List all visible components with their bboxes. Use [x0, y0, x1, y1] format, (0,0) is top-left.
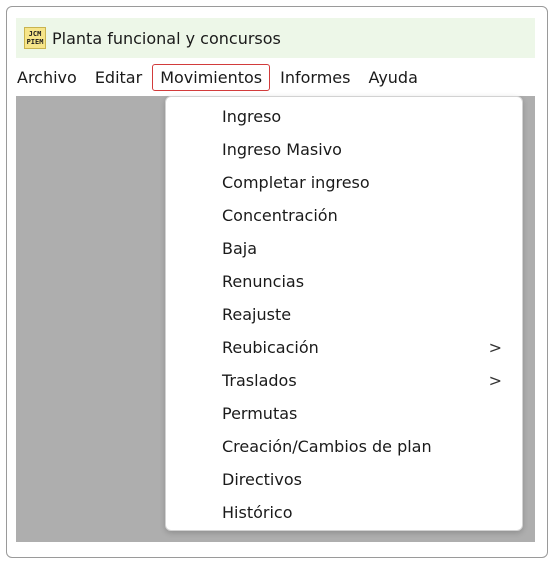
menu-item-label: Creación/Cambios de plan — [222, 437, 432, 456]
menu-item-traslados[interactable]: Traslados > — [166, 364, 522, 397]
menu-item-label: Ingreso Masivo — [222, 140, 342, 159]
menu-item-completar-ingreso[interactable]: Completar ingreso — [166, 166, 522, 199]
menu-bar: Archivo Editar Movimientos Informes Ayud… — [16, 61, 535, 93]
menu-item-permutas[interactable]: Permutas — [166, 397, 522, 430]
menu-item-historico[interactable]: Histórico — [166, 496, 522, 529]
menu-item-label: Renuncias — [222, 272, 305, 291]
app-logo-bottom-text: PIEM — [26, 38, 44, 46]
menu-item-baja[interactable]: Baja — [166, 232, 522, 265]
submenu-chevron-icon: > — [488, 338, 502, 357]
menu-item-reubicacion[interactable]: Reubicación > — [166, 331, 522, 364]
window-title: Planta funcional y concursos — [52, 28, 281, 48]
menu-item-directivos[interactable]: Directivos — [166, 463, 522, 496]
menu-item-renuncias[interactable]: Renuncias — [166, 265, 522, 298]
menu-item-label: Reajuste — [222, 305, 292, 324]
menu-ayuda[interactable]: Ayuda — [360, 64, 425, 91]
menu-item-concentracion[interactable]: Concentración — [166, 199, 522, 232]
menu-item-label: Traslados — [222, 371, 297, 390]
menu-item-label: Permutas — [222, 404, 298, 423]
app-logo-icon: JCM PIEM — [24, 27, 46, 49]
menu-archivo[interactable]: Archivo — [16, 64, 85, 91]
menu-movimientos[interactable]: Movimientos — [152, 63, 271, 91]
menu-item-label: Reubicación — [222, 338, 319, 357]
menu-item-label: Directivos — [222, 470, 302, 489]
menu-item-label: Baja — [222, 239, 258, 258]
menu-item-ingreso[interactable]: Ingreso — [166, 100, 522, 133]
menu-item-ingreso-masivo[interactable]: Ingreso Masivo — [166, 133, 522, 166]
menu-item-label: Concentración — [222, 206, 338, 225]
menu-informes[interactable]: Informes — [272, 64, 358, 91]
menu-item-label: Completar ingreso — [222, 173, 370, 192]
title-bar: JCM PIEM Planta funcional y concursos — [16, 18, 535, 58]
movimientos-dropdown-menu: Ingreso Ingreso Masivo Completar ingreso… — [165, 96, 523, 531]
menu-editar[interactable]: Editar — [87, 64, 150, 91]
submenu-chevron-icon: > — [488, 371, 502, 390]
menu-item-label: Histórico — [222, 503, 293, 522]
menu-item-reajuste[interactable]: Reajuste — [166, 298, 522, 331]
menu-item-creacion-cambios-de-plan[interactable]: Creación/Cambios de plan — [166, 430, 522, 463]
menu-item-label: Ingreso — [222, 107, 282, 126]
app-logo-top-text: JCM — [28, 30, 42, 38]
